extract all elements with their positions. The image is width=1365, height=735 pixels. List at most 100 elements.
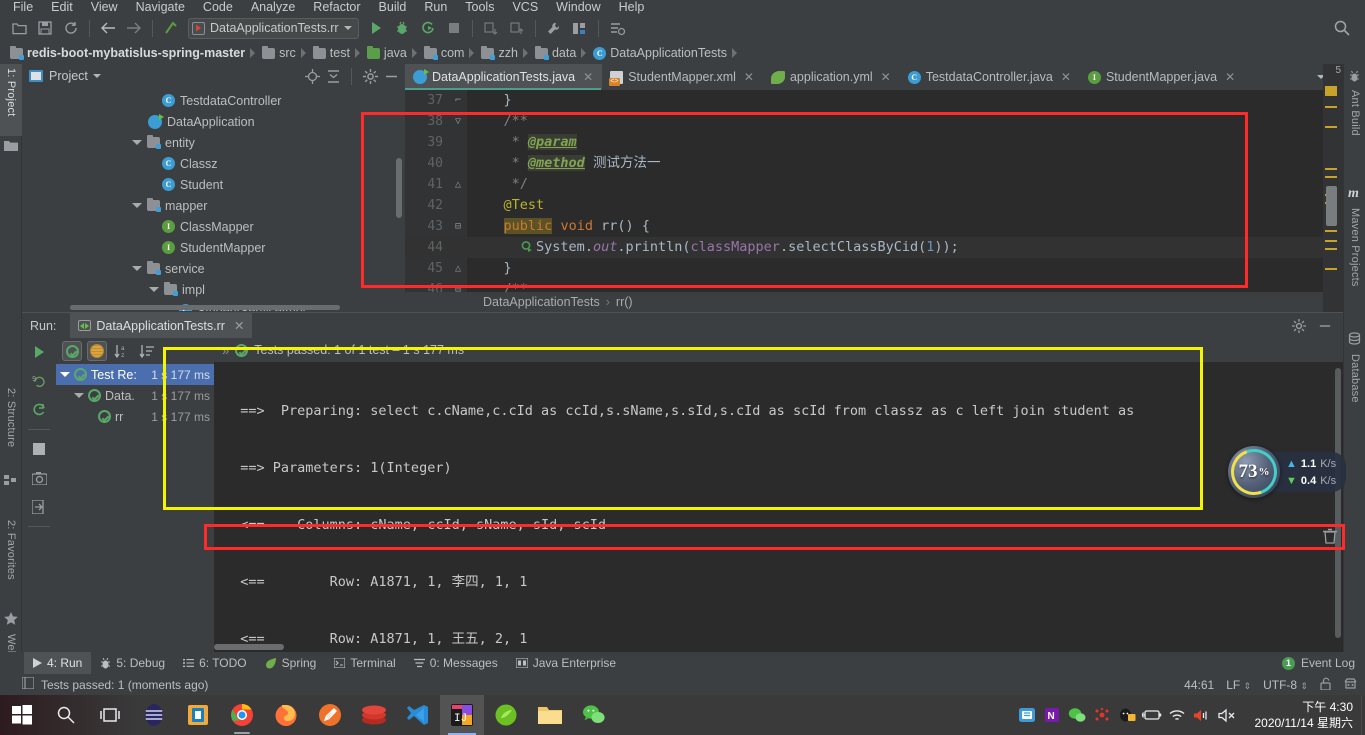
app-wechat[interactable] (572, 695, 616, 735)
start-button[interactable] (0, 695, 44, 735)
tree-expand-arrow-icon[interactable] (60, 372, 70, 377)
code-editor[interactable]: 37 ⌐ } 38 ▽ /** 39 * @param 40 * @method… (405, 90, 1335, 292)
menu-item-tools[interactable]: Tools (456, 1, 503, 14)
tree-item-student[interactable]: C Student (22, 174, 405, 195)
breadcrumb-src[interactable]: src (258, 45, 298, 60)
rerun-failed-icon[interactable]: 9 (28, 371, 50, 391)
update-project-icon[interactable] (480, 17, 502, 39)
cpu-usage-ball[interactable]: 73% (1223, 441, 1285, 503)
chevron-down-icon[interactable] (92, 74, 101, 78)
line-separator-selector[interactable]: LF ⇕ (1226, 678, 1251, 692)
stripe-warning-marker[interactable] (1325, 230, 1337, 232)
taskbar-clock[interactable]: 下午 4:30 2020/11/14 星期六 (1244, 699, 1361, 731)
breadcrumb-class-name[interactable]: DataApplicationTests (483, 295, 600, 309)
structure-icon[interactable] (569, 17, 591, 39)
sidebar-item-database[interactable]: Database (1344, 350, 1365, 422)
hide-panel-icon[interactable] (383, 68, 399, 84)
app-navicat[interactable] (132, 695, 176, 735)
tree-item-classz[interactable]: C Classz (22, 153, 405, 174)
breadcrumb-method-name[interactable]: rr() (616, 295, 633, 309)
menu-item-file[interactable]: File (4, 1, 42, 14)
search-everywhere-icon[interactable] (1331, 17, 1353, 39)
app-xmind[interactable] (484, 695, 528, 735)
sidebar-item-maven-projects[interactable]: Maven Projects (1344, 204, 1365, 316)
stripe-warning-marker[interactable] (1325, 248, 1337, 250)
run-test-gutter-icon[interactable] (449, 218, 534, 281)
menu-item-code[interactable]: Code (194, 1, 242, 14)
tree-expand-arrow-icon[interactable] (132, 203, 142, 208)
stripe-warning-marker[interactable] (1325, 126, 1337, 128)
app-redis[interactable] (352, 695, 396, 735)
breadcrumb-test[interactable]: test (309, 45, 352, 60)
database-icon[interactable] (1348, 332, 1362, 346)
menu-item-vcs[interactable]: VCS (503, 1, 547, 14)
rerun-tests-icon[interactable] (28, 400, 50, 420)
undo-icon[interactable] (160, 17, 182, 39)
tree-item-mapper[interactable]: mapper (22, 195, 405, 216)
save-icon[interactable] (34, 17, 56, 39)
bottom-tab-todo[interactable]: 6: TODO (174, 652, 256, 674)
commit-icon[interactable] (506, 17, 528, 39)
close-icon[interactable]: ✕ (1225, 70, 1235, 84)
task-view-button[interactable] (88, 695, 132, 735)
test-results-tree[interactable]: az Test Re: 1 s 177 ms Data. 1 s 177 ms … (56, 338, 214, 652)
battery-icon[interactable] (1141, 703, 1163, 727)
rerun-icon[interactable] (28, 342, 50, 362)
console-output[interactable]: ==> Preparing: select c.cName,c.cId as c… (214, 362, 1343, 652)
breadcrumb-data[interactable]: data (531, 45, 578, 60)
console-vertical-scrollbar[interactable] (1335, 368, 1341, 638)
show-passed-toggle[interactable] (62, 341, 82, 361)
tab-studentmapper-java[interactable]: I StudentMapper.java ✕ (1080, 64, 1244, 90)
app-firefox[interactable] (264, 695, 308, 735)
sync-icon[interactable] (60, 17, 82, 39)
app-intellij-idea[interactable]: IJ (440, 695, 484, 735)
breadcrumb-class[interactable]: C DataApplicationTests (589, 46, 729, 60)
mute-icon[interactable] (1216, 703, 1238, 727)
bottom-tab-debug[interactable]: 5: Debug (91, 652, 174, 674)
search-button[interactable] (44, 695, 88, 735)
fold-marker-icon[interactable]: △ (449, 174, 467, 195)
qq-icon[interactable] (1116, 703, 1138, 727)
menu-item-build[interactable]: Build (370, 1, 416, 14)
sort-by-duration-icon[interactable] (137, 341, 157, 361)
show-desktop-button[interactable] (1361, 695, 1365, 735)
bottom-tab-messages[interactable]: 0: Messages (405, 652, 507, 674)
back-arrow-icon[interactable] (97, 17, 119, 39)
unlocked-icon[interactable] (1320, 677, 1332, 693)
sort-alphabetically-icon[interactable]: az (112, 341, 132, 361)
sidebar-item-favorites[interactable]: 2: Favorites (0, 516, 22, 606)
project-files-icon[interactable] (4, 140, 18, 154)
run-configuration-selector[interactable]: DataApplicationTests.rr (188, 17, 359, 39)
sidebar-item-project[interactable]: 1: Project (0, 64, 22, 136)
tree-item-testdatacontroller[interactable]: C TestdataController (22, 90, 405, 111)
forward-arrow-icon[interactable] (123, 17, 145, 39)
gear-icon[interactable] (1291, 318, 1307, 334)
breadcrumb-zzh[interactable]: zzh (477, 45, 519, 60)
settings-sync-icon[interactable] (606, 17, 628, 39)
app-file-explorer[interactable] (528, 695, 572, 735)
project-tree[interactable]: C TestdataController DataApplication ent… (22, 88, 405, 311)
stripe-warning-marker[interactable] (1325, 168, 1337, 170)
show-ignored-toggle[interactable] (87, 341, 107, 361)
app-onenote[interactable] (176, 695, 220, 735)
console-panel[interactable]: » Tests passed: 1 of 1 test – 1 s 177 ms… (214, 338, 1343, 652)
tree-item-studentmapper[interactable]: I StudentMapper (22, 237, 405, 258)
close-icon[interactable]: ✕ (583, 70, 593, 84)
breadcrumb-com[interactable]: com (420, 45, 467, 60)
encoding-selector[interactable]: UTF-8 ⇕ (1263, 678, 1308, 692)
tree-item-entity[interactable]: entity (22, 132, 405, 153)
tree-item-dataapplication[interactable]: DataApplication (22, 111, 405, 132)
sidebar-item-structure[interactable]: 2: Structure (0, 384, 22, 472)
cloud-sync-icon[interactable] (1016, 703, 1038, 727)
bottom-tab-run[interactable]: 4: Run (24, 652, 92, 674)
menu-item-window[interactable]: Window (547, 1, 609, 14)
structure-strip-icon[interactable] (4, 474, 18, 488)
test-tree-row-root[interactable]: Test Re: 1 s 177 ms (56, 364, 214, 385)
stripe-warning-marker[interactable] (1325, 86, 1337, 96)
tree-item-classmapper[interactable]: I ClassMapper (22, 216, 405, 237)
close-icon[interactable]: ✕ (1061, 70, 1071, 84)
wifi-icon[interactable] (1166, 703, 1188, 727)
debug-icon[interactable] (391, 17, 413, 39)
menu-item-run[interactable]: Run (415, 1, 456, 14)
test-tree-row-method[interactable]: rr 1 s 177 ms (56, 406, 214, 427)
